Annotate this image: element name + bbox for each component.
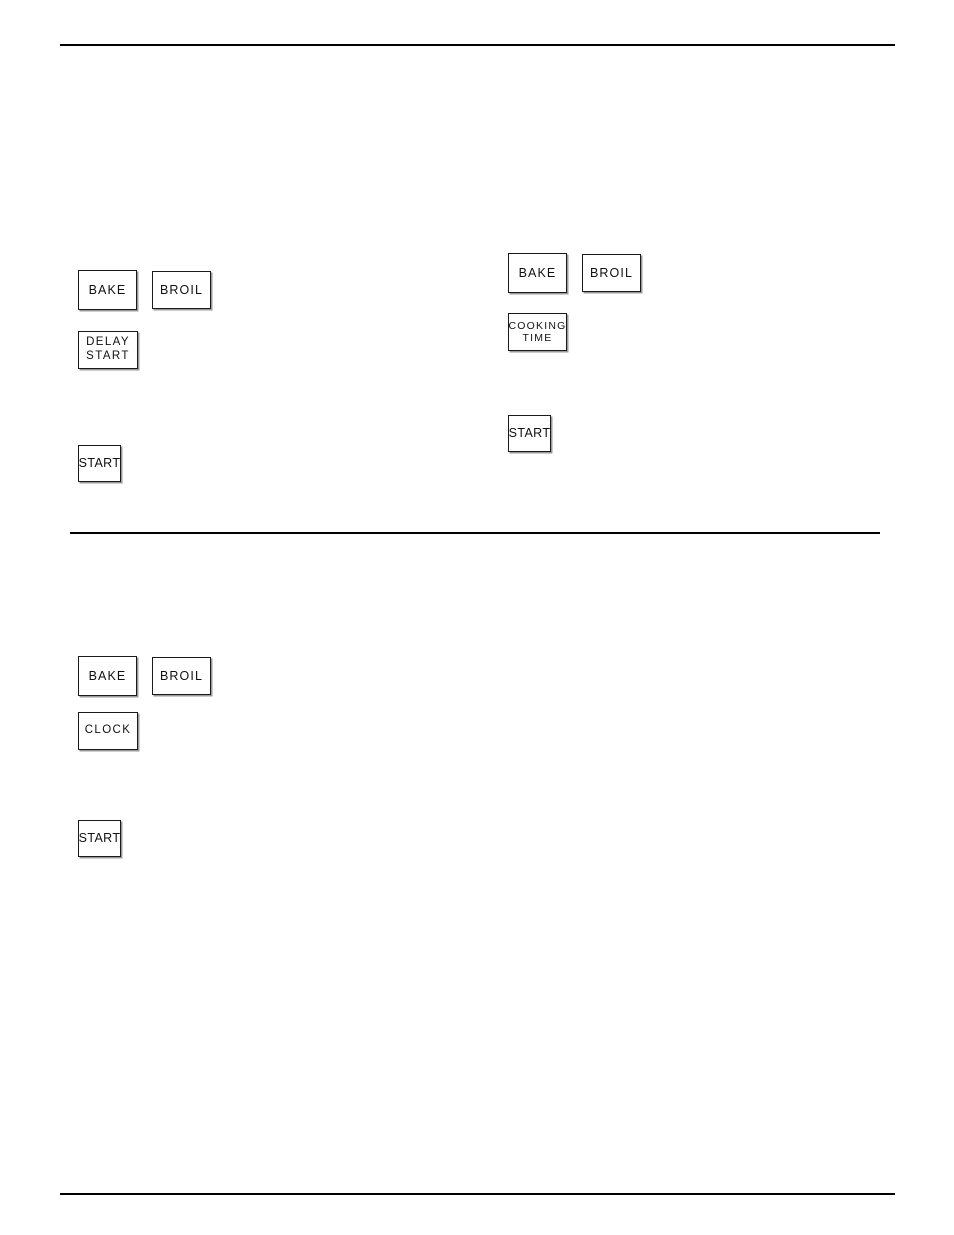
start-button-key[interactable]: START <box>78 820 121 857</box>
document-page: BAKE BROIL DELAY START START BAKE BROIL … <box>0 0 954 1235</box>
start-button-key[interactable]: START <box>78 445 121 482</box>
broil-button-key[interactable]: BROIL <box>152 271 211 309</box>
broil-button-key[interactable]: BROIL <box>152 657 211 695</box>
group-clock-left: BAKE BROIL CLOCK START <box>0 532 470 1193</box>
bake-button-key[interactable]: BAKE <box>508 253 567 293</box>
cooking-time-button-key[interactable]: COOKING TIME <box>508 313 567 351</box>
clock-button-key[interactable]: CLOCK <box>78 712 138 750</box>
delay-start-button-key[interactable]: DELAY START <box>78 331 138 369</box>
footer-rule <box>60 1193 895 1195</box>
group-delay-start-left: BAKE BROIL DELAY START START <box>0 0 470 532</box>
section-delay-start: BAKE BROIL DELAY START START BAKE BROIL … <box>0 0 954 532</box>
bake-button-key[interactable]: BAKE <box>78 270 137 310</box>
start-button-key[interactable]: START <box>508 415 551 452</box>
broil-button-key[interactable]: BROIL <box>582 254 641 292</box>
group-delay-start-right: BAKE BROIL COOKING TIME START <box>470 0 954 532</box>
bake-button-key[interactable]: BAKE <box>78 656 137 696</box>
section-clock: BAKE BROIL CLOCK START <box>0 532 954 1193</box>
